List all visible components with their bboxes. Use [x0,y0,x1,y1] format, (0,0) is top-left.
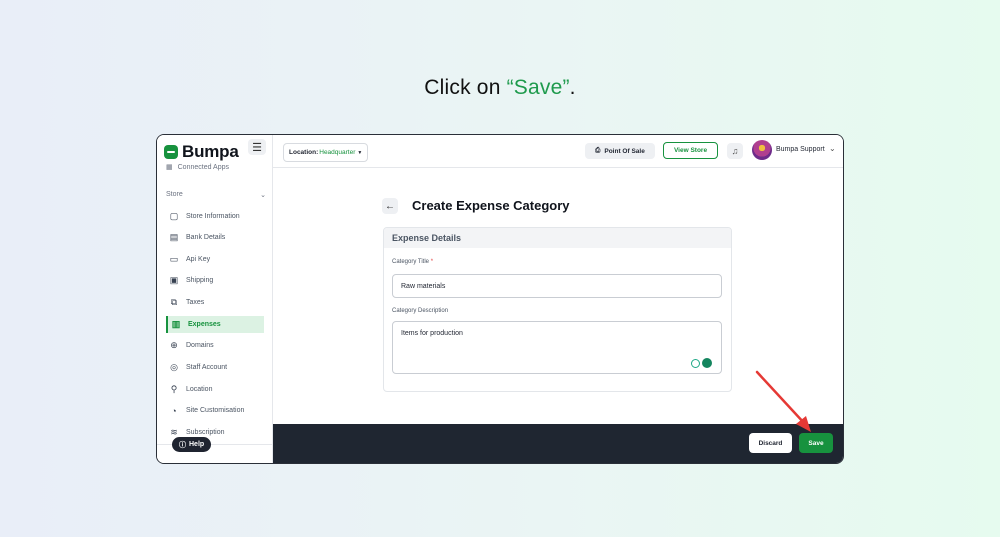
card-title: Expense Details [384,228,731,248]
apps-icon: ▦ [166,164,173,171]
taxes-icon: ⧉ [170,297,178,307]
logo-text: Bumpa [182,142,239,161]
sidebar-item-site-customisation[interactable]: ◔ Site Customisation [166,402,264,419]
sidebar-item-shipping[interactable]: ▣ Shipping [166,272,264,289]
page-title: Create Expense Category [412,198,570,213]
category-title-label: Category Title * [392,259,434,265]
sidebar-item-location[interactable]: ⚲ Location [166,381,264,398]
sidebar-item-api-key[interactable]: ▭ Api Key [166,251,264,268]
instruction-text: Click on “Save”. [0,76,1000,100]
category-description-textarea[interactable]: Items for production [392,321,722,374]
instruction-suffix: . [569,76,576,99]
menu-toggle-button[interactable]: ☰ [248,139,266,155]
grammarly-icon [702,358,712,368]
back-button[interactable]: ← [382,198,398,214]
chevron-down-icon: ⌄ [260,192,266,199]
location-pin-icon [691,358,700,368]
store-icon: ▢ [169,211,179,221]
expense-details-card: Expense Details Category Title * Raw mat… [383,227,732,392]
sidebar: Bumpa ☰ ▦ Connected Apps Store ⌄ ▢ Store… [157,135,273,463]
palette-icon: ◔ [171,405,177,416]
sidebar-item-bank-details[interactable]: ▤ Bank Details [166,229,264,246]
discard-button[interactable]: Discard [749,433,792,453]
shipping-icon: ▣ [169,275,179,285]
chevron-down-icon[interactable]: ⌄ [829,144,836,153]
staff-icon: ◎ [170,362,178,372]
printer-icon: ⎙ [595,147,601,154]
bank-icon: ▤ [169,232,179,242]
main-content: ← Create Expense Category Expense Detail… [273,168,843,424]
hamburger-icon: ☰ [252,141,262,154]
sidebar-item-taxes[interactable]: ⧉ Taxes [166,294,264,311]
layers-icon: ≋ [170,427,178,437]
help-icon: ⓘ [179,441,186,449]
bumpa-logo-icon [164,145,178,159]
top-bar: Location: Headquarter ▼ ⎙ Point Of Sale … [273,135,843,168]
sidebar-section-store[interactable]: Store ⌄ [166,191,266,199]
app-window: Bumpa ☰ ▦ Connected Apps Store ⌄ ▢ Store… [156,134,844,464]
avatar[interactable] [752,140,772,160]
sidebar-item-store-information[interactable]: ▢ Store Information [166,208,264,225]
help-button[interactable]: ⓘ Help [172,437,212,452]
location-selector[interactable]: Location: Headquarter ▼ [283,143,369,162]
notification-bell-icon[interactable]: ♫ [727,143,743,159]
caret-down-icon: ▼ [357,149,363,156]
sidebar-item-connected-apps[interactable]: ▦ Connected Apps [166,163,229,172]
category-description-label: Category Description [392,308,449,314]
arrow-left-icon: ← [385,200,395,212]
category-title-input[interactable]: Raw materials [392,274,722,298]
sidebar-item-expenses[interactable]: ▥ Expenses [166,316,264,333]
instruction-prefix: Click on [424,76,507,99]
sidebar-item-staff-account[interactable]: ◎ Staff Account [166,359,264,376]
required-mark: * [430,259,434,265]
user-name[interactable]: Bumpa Support [776,146,825,153]
grammar-assistant-icons[interactable] [691,358,712,368]
sidebar-item-domains[interactable]: ⊕ Domains [166,337,264,354]
instruction-highlight: “Save” [506,76,570,99]
save-button[interactable]: Save [799,433,833,453]
view-store-button[interactable]: View Store [663,142,718,159]
api-key-icon: ▭ [169,254,179,264]
globe-icon: ⊕ [170,340,178,350]
point-of-sale-button[interactable]: ⎙ Point Of Sale [585,143,655,159]
expenses-icon: ▥ [171,319,181,329]
location-icon: ⚲ [170,384,178,394]
